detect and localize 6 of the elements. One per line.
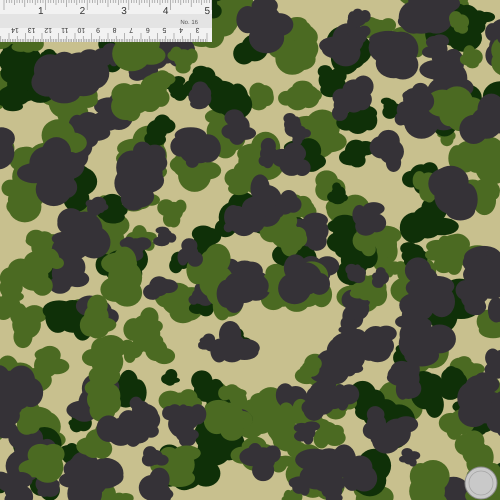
coin-drawing xyxy=(464,466,498,500)
ruler-inch-label: 3 xyxy=(121,6,127,17)
ruler-inch-label: 2 xyxy=(80,6,86,17)
ruler-inch-label: 5 xyxy=(204,6,210,17)
ruler-inch-label: 4 xyxy=(162,6,168,17)
ruler-inch-label: 1 xyxy=(38,6,44,17)
